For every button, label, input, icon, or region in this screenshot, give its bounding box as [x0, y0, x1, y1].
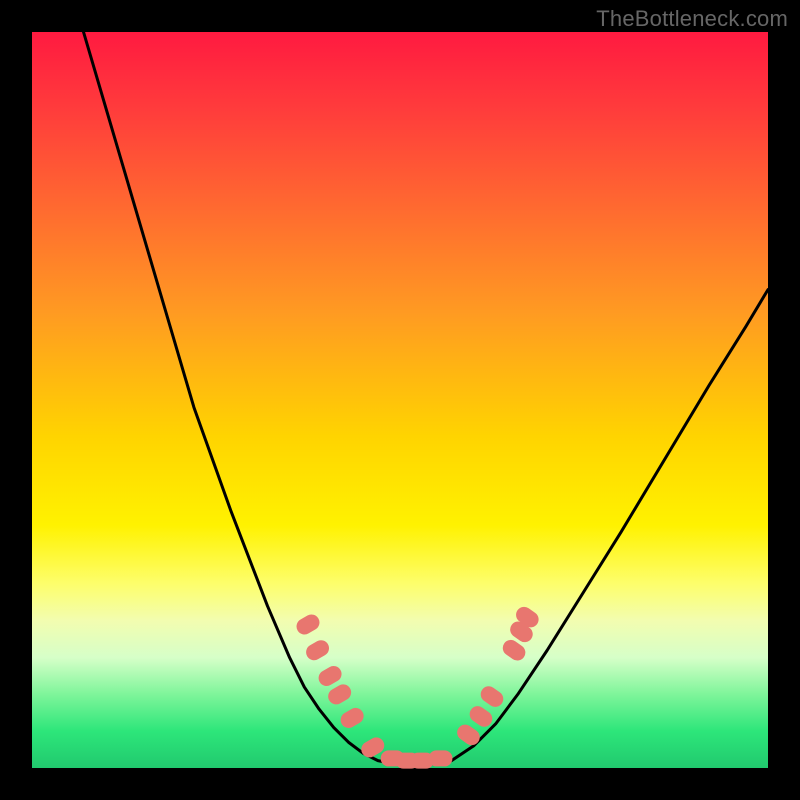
curve-marker — [303, 637, 332, 663]
curve-marker — [338, 705, 367, 731]
watermark-text: TheBottleneck.com — [596, 6, 788, 32]
bottleneck-curve — [84, 32, 768, 764]
curve-marker — [478, 683, 507, 710]
curve-marker — [467, 703, 496, 730]
chart-frame: TheBottleneck.com — [0, 0, 800, 800]
chart-svg — [32, 32, 768, 768]
plot-area — [32, 32, 768, 768]
curve-marker — [454, 721, 483, 748]
curve-layer — [84, 32, 768, 764]
marker-layer — [294, 604, 542, 769]
curve-marker — [294, 612, 323, 638]
curve-marker — [428, 750, 452, 766]
